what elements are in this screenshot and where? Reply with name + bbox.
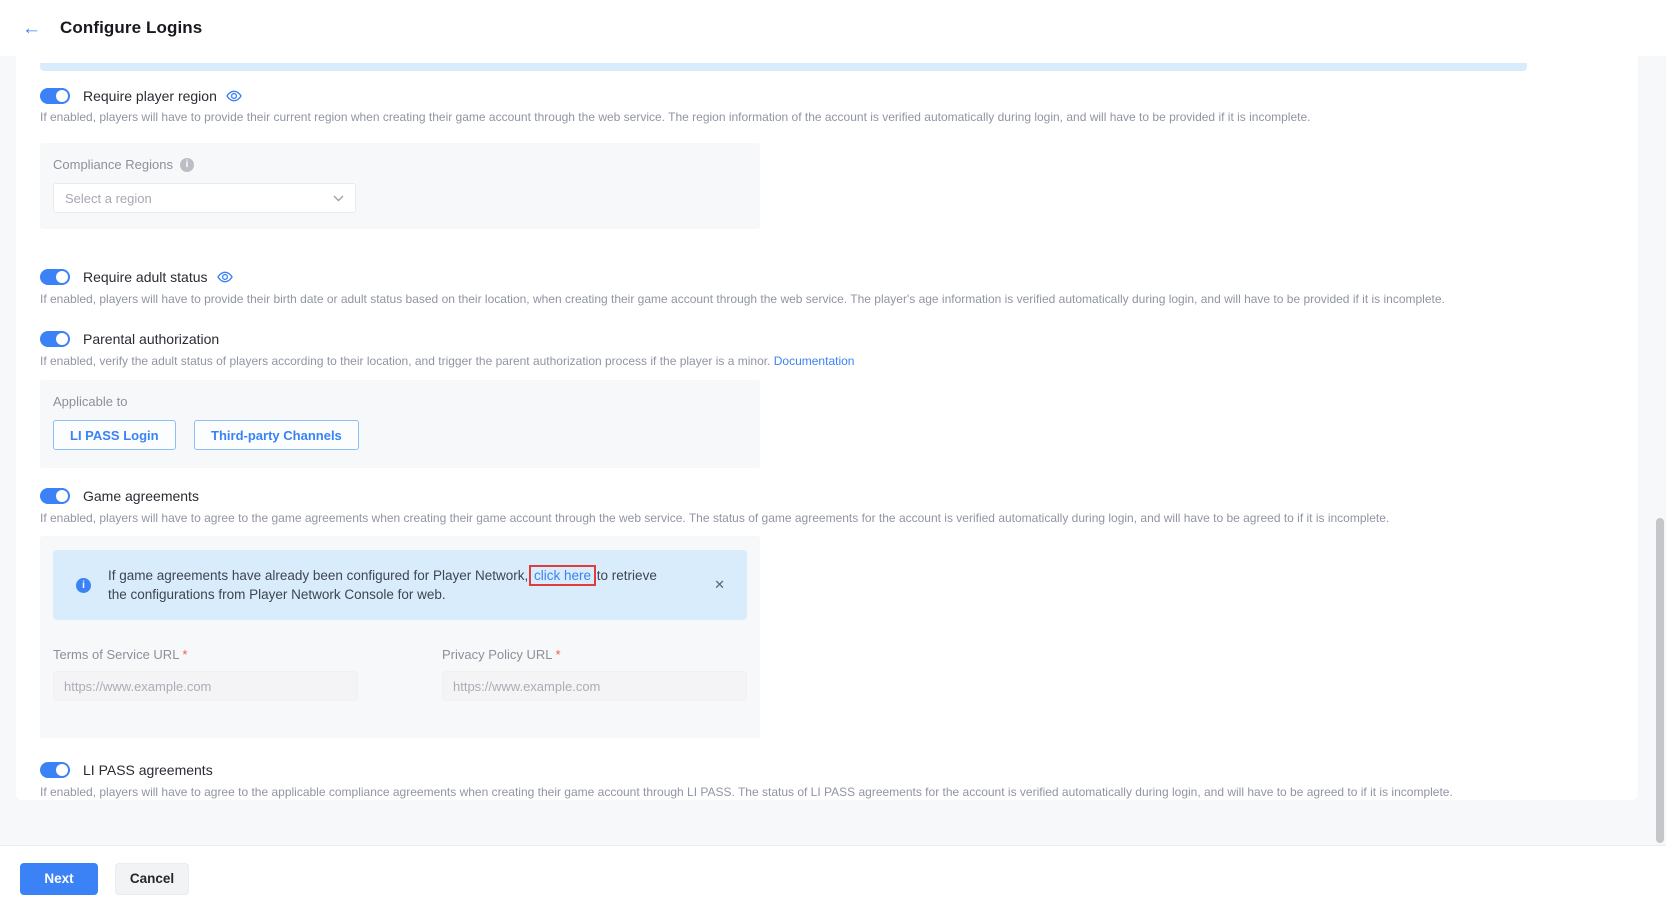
parental-authorization-row: Parental authorization bbox=[40, 331, 1614, 347]
li-pass-agreements-label: LI PASS agreements bbox=[83, 762, 213, 778]
li-pass-login-button[interactable]: LI PASS Login bbox=[53, 420, 176, 450]
require-player-region-row: Require player region bbox=[40, 88, 1614, 104]
back-arrow-icon[interactable]: ← bbox=[22, 19, 41, 38]
parental-authorization-description: If enabled, verify the adult status of p… bbox=[40, 354, 1614, 369]
region-select[interactable]: Select a region bbox=[53, 183, 356, 213]
require-adult-status-toggle[interactable] bbox=[40, 269, 70, 285]
require-adult-status-description: If enabled, players will have to provide… bbox=[40, 292, 1614, 307]
privacy-policy-field: Privacy Policy URL* bbox=[442, 647, 747, 701]
game-agreements-toggle[interactable] bbox=[40, 488, 70, 504]
privacy-policy-label: Privacy Policy URL* bbox=[442, 647, 747, 662]
parental-authorization-toggle[interactable] bbox=[40, 331, 70, 347]
require-player-region-description: If enabled, players will have to provide… bbox=[40, 110, 1614, 125]
li-pass-agreements-toggle[interactable] bbox=[40, 762, 70, 778]
close-icon[interactable]: ✕ bbox=[712, 575, 727, 595]
compliance-regions-label: Compliance Regions bbox=[53, 157, 173, 172]
parental-authorization-label: Parental authorization bbox=[83, 331, 219, 347]
info-banner-text-before: If game agreements have already been con… bbox=[108, 568, 528, 583]
game-agreements-panel: i If game agreements have already been c… bbox=[40, 536, 760, 738]
require-adult-status-label: Require adult status bbox=[83, 269, 208, 285]
game-agreements-label: Game agreements bbox=[83, 488, 199, 504]
privacy-policy-input[interactable] bbox=[442, 671, 747, 701]
cancel-button[interactable]: Cancel bbox=[115, 863, 189, 895]
terms-of-service-field: Terms of Service URL* bbox=[53, 647, 358, 701]
chevron-down-icon bbox=[333, 195, 344, 202]
page-header: ← Configure Logins bbox=[0, 0, 1666, 56]
footer-bar: Next Cancel bbox=[0, 845, 1666, 911]
game-agreements-description: If enabled, players will have to agree t… bbox=[40, 511, 1614, 526]
compliance-regions-label-row: Compliance Regions i bbox=[53, 157, 747, 172]
configure-logins-page: ← Configure Logins Require player region… bbox=[0, 0, 1666, 911]
game-agreements-info-banner: i If game agreements have already been c… bbox=[53, 550, 747, 620]
agreement-url-fields: Terms of Service URL* Privacy Policy URL… bbox=[53, 647, 747, 701]
required-asterisk: * bbox=[556, 647, 561, 662]
require-player-region-toggle[interactable] bbox=[40, 88, 70, 104]
applicable-to-panel: Applicable to LI PASS Login Third-party … bbox=[40, 380, 760, 468]
terms-of-service-input[interactable] bbox=[53, 671, 358, 701]
info-banner-text: If game agreements have already been con… bbox=[108, 566, 673, 604]
vertical-scrollbar[interactable] bbox=[1656, 518, 1664, 843]
eye-icon[interactable] bbox=[217, 269, 233, 285]
li-pass-agreements-description: If enabled, players will have to agree t… bbox=[40, 785, 1614, 800]
scrolled-banner-remnant bbox=[40, 63, 1527, 71]
terms-of-service-label: Terms of Service URL* bbox=[53, 647, 358, 662]
li-pass-agreements-row: LI PASS agreements bbox=[40, 762, 1614, 778]
require-adult-status-row: Require adult status bbox=[40, 269, 1614, 285]
compliance-regions-panel: Compliance Regions i Select a region bbox=[40, 143, 760, 229]
next-button[interactable]: Next bbox=[20, 863, 98, 895]
applicable-to-label: Applicable to bbox=[53, 394, 747, 409]
click-here-link[interactable]: click here bbox=[532, 568, 593, 583]
documentation-link[interactable]: Documentation bbox=[774, 354, 855, 368]
privacy-policy-label-text: Privacy Policy URL bbox=[442, 647, 553, 662]
require-player-region-label: Require player region bbox=[83, 88, 217, 104]
page-title: Configure Logins bbox=[60, 18, 202, 38]
terms-of-service-label-text: Terms of Service URL bbox=[53, 647, 179, 662]
settings-card: Require player region If enabled, player… bbox=[16, 56, 1638, 800]
eye-icon[interactable] bbox=[226, 88, 242, 104]
parental-authorization-description-text: If enabled, verify the adult status of p… bbox=[40, 354, 770, 368]
required-asterisk: * bbox=[182, 647, 187, 662]
third-party-channels-button[interactable]: Third-party Channels bbox=[194, 420, 359, 450]
info-circle-icon: i bbox=[76, 578, 91, 593]
info-circle-icon[interactable]: i bbox=[180, 158, 194, 172]
applicable-to-buttons: LI PASS Login Third-party Channels bbox=[53, 409, 747, 450]
game-agreements-row: Game agreements bbox=[40, 488, 1614, 504]
region-select-placeholder: Select a region bbox=[65, 191, 152, 206]
